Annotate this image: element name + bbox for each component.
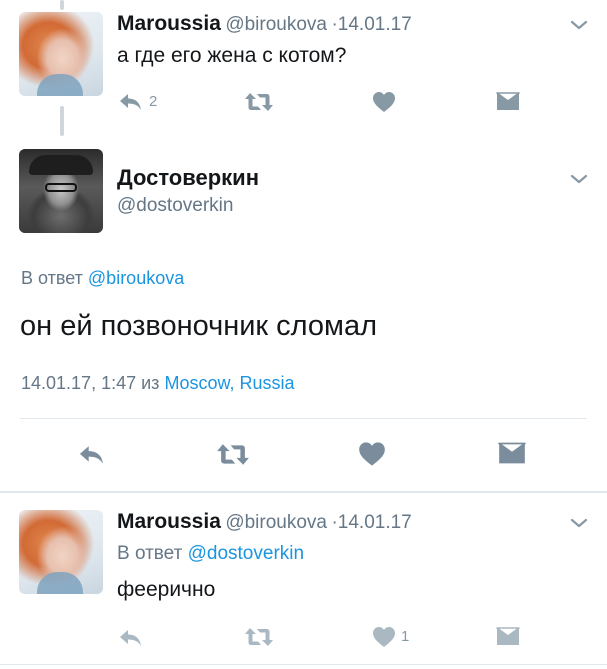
retweet-icon[interactable] (216, 442, 250, 467)
avatar-maroussia[interactable] (19, 510, 103, 594)
retweet-icon[interactable] (244, 91, 274, 113)
reply-context: В ответ @biroukova (21, 268, 184, 289)
user-name[interactable]: Maroussia (117, 12, 221, 35)
divider (0, 664, 607, 665)
envelope-icon[interactable] (496, 627, 520, 647)
reply-count: 2 (149, 93, 158, 110)
retweet-icon[interactable] (244, 626, 274, 648)
reply-icon[interactable] (118, 628, 144, 648)
user-handle[interactable]: @biroukova (225, 14, 327, 35)
envelope-icon[interactable] (496, 92, 520, 112)
reply-prefix: В ответ (117, 543, 183, 564)
user-name[interactable]: Достоверкин (117, 165, 259, 191)
chevron-down-icon[interactable] (569, 18, 589, 32)
tweet-header: Maroussia @biroukova ·14.01.17 (117, 12, 412, 36)
heart-icon[interactable] (372, 626, 396, 648)
tweet-date[interactable]: 14.01.17 (338, 14, 412, 35)
like-count: 1 (401, 628, 410, 645)
avatar-maroussia[interactable] (19, 12, 103, 96)
heart-icon[interactable] (358, 441, 386, 467)
reply-to-link[interactable]: @dostoverkin (188, 543, 304, 564)
avatar-dostoverkin[interactable] (19, 149, 103, 233)
user-name[interactable]: Maroussia (117, 510, 221, 533)
envelope-icon[interactable] (498, 442, 526, 466)
tweet-text: он ей позвоночник сломал (20, 310, 378, 342)
divider (0, 491, 607, 493)
tweet-header: Maroussia @biroukova ·14.01.17 (117, 510, 412, 534)
thread-line-bottom (60, 106, 64, 136)
thread-line-top (60, 0, 64, 10)
reply-icon[interactable] (118, 92, 144, 112)
reply-prefix: В ответ (21, 268, 83, 288)
tweet-text: а где его жена с котом? (117, 44, 347, 67)
location-link[interactable]: Moscow, Russia (164, 373, 294, 393)
user-handle[interactable]: @dostoverkin (117, 195, 233, 217)
chevron-down-icon[interactable] (569, 516, 589, 530)
tweet-timestamp[interactable]: 14.01.17, 1:47 (21, 373, 136, 393)
tweet-text: феерично (117, 578, 216, 601)
tweet-timestamp-line: 14.01.17, 1:47 из Moscow, Russia (21, 373, 295, 394)
tweet-date[interactable]: 14.01.17 (338, 512, 412, 533)
reply-context: В ответ @dostoverkin (117, 543, 304, 565)
user-handle[interactable]: @biroukova (225, 512, 327, 533)
reply-icon[interactable] (77, 444, 107, 466)
location-prefix: из (141, 373, 160, 393)
divider (20, 418, 587, 419)
reply-to-link[interactable]: @biroukova (88, 268, 184, 288)
heart-icon[interactable] (372, 91, 396, 113)
chevron-down-icon[interactable] (569, 172, 589, 186)
